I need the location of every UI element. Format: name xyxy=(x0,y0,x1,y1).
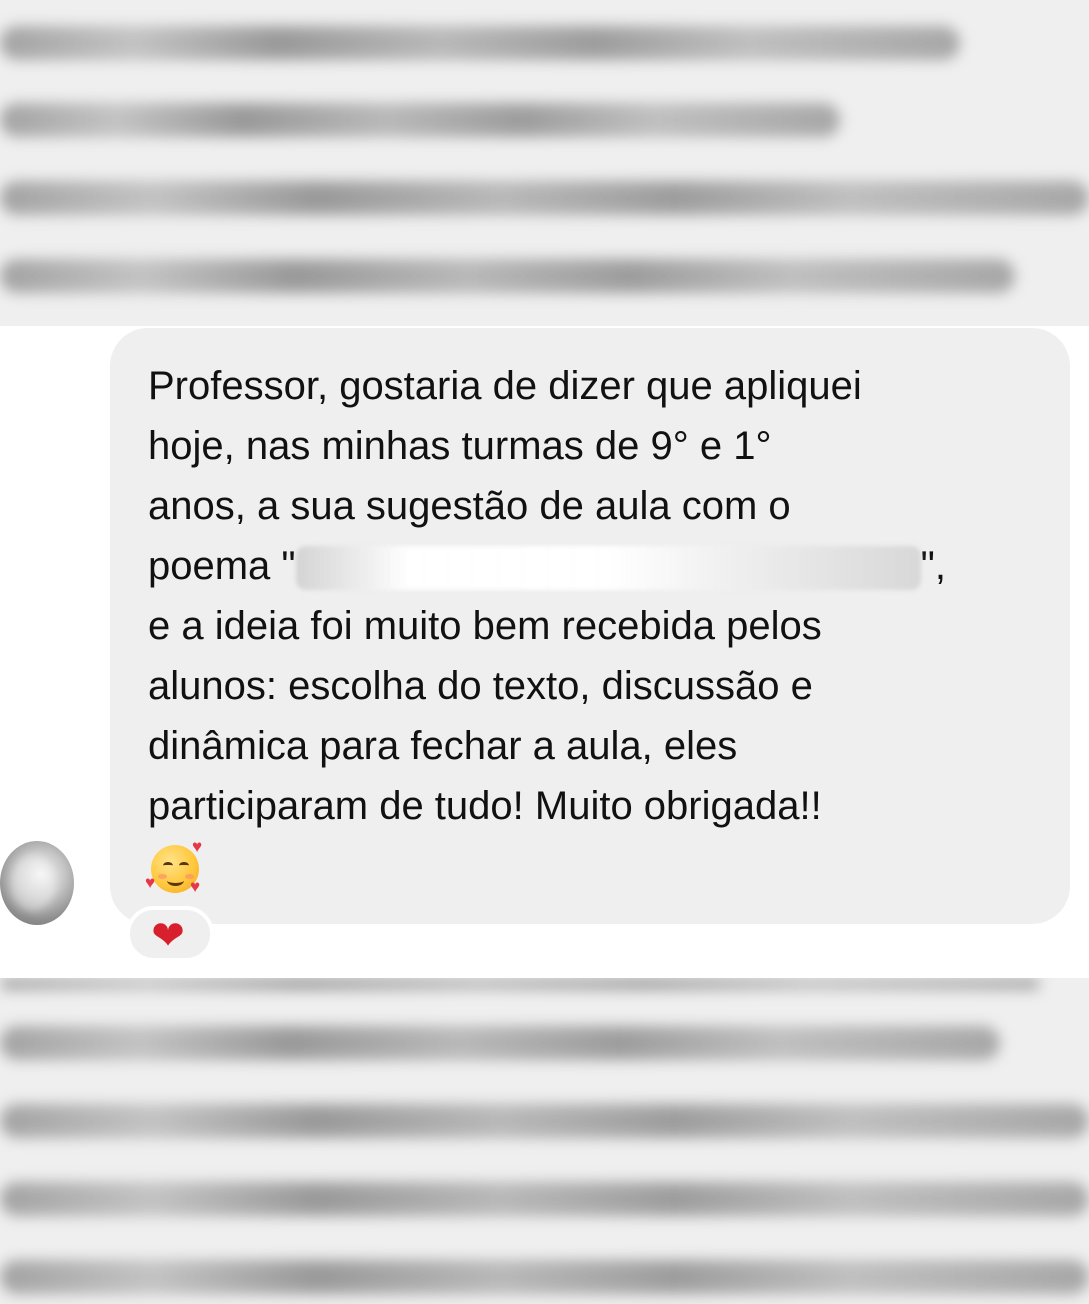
poem-quote-open: poema " xyxy=(148,544,296,588)
small-heart-icon: ♥ xyxy=(192,837,203,856)
redacted-poem-title xyxy=(295,546,921,591)
sender-avatar[interactable] xyxy=(0,841,74,925)
blurred-line xyxy=(0,1026,1000,1060)
message-line: participaram de tudo! Muito obrigada!! xyxy=(148,784,822,828)
blurred-line xyxy=(0,1260,1089,1294)
emoji-mouth xyxy=(167,875,184,886)
blurred-line xyxy=(0,103,840,137)
blurred-line xyxy=(0,26,960,60)
blurred-line xyxy=(0,1182,1089,1216)
poem-quote-close: ", xyxy=(920,544,946,588)
blurred-previous-messages xyxy=(0,0,1089,326)
small-heart-icon: ♥ xyxy=(145,873,156,892)
emoji-line: ♥ ♥ ♥ xyxy=(145,837,1040,901)
blurred-line xyxy=(0,978,1040,990)
blurred-line xyxy=(0,1104,1089,1138)
smiling-face-with-hearts-icon: ♥ ♥ ♥ xyxy=(145,837,204,896)
message-line: anos, a sua sugestão de aula com o xyxy=(148,484,791,528)
emoji-eye xyxy=(163,862,173,869)
emoji-eye xyxy=(179,862,189,869)
red-heart-icon: ❤ xyxy=(151,914,185,958)
message-line: hoje, nas minhas turmas de 9° e 1° xyxy=(148,424,772,468)
message-line: alunos: escolha do texto, discussão e xyxy=(148,664,813,708)
message-bubble[interactable]: Professor, gostaria de dizer que aplique… xyxy=(110,328,1070,924)
blurred-line xyxy=(0,259,1015,293)
blurred-following-messages xyxy=(0,978,1089,1304)
emoji-cheek xyxy=(158,874,167,879)
message-line: e a ideia foi muito bem recebida pelos xyxy=(148,604,822,648)
small-heart-icon: ♥ xyxy=(190,877,201,896)
message-reaction[interactable]: ❤ xyxy=(126,906,214,962)
message-line: dinâmica para fechar a aula, eles xyxy=(148,724,738,768)
message-line: Professor, gostaria de dizer que aplique… xyxy=(148,364,862,408)
message-line-with-redaction: poema " ", xyxy=(148,536,1040,596)
blurred-line xyxy=(0,181,1089,215)
